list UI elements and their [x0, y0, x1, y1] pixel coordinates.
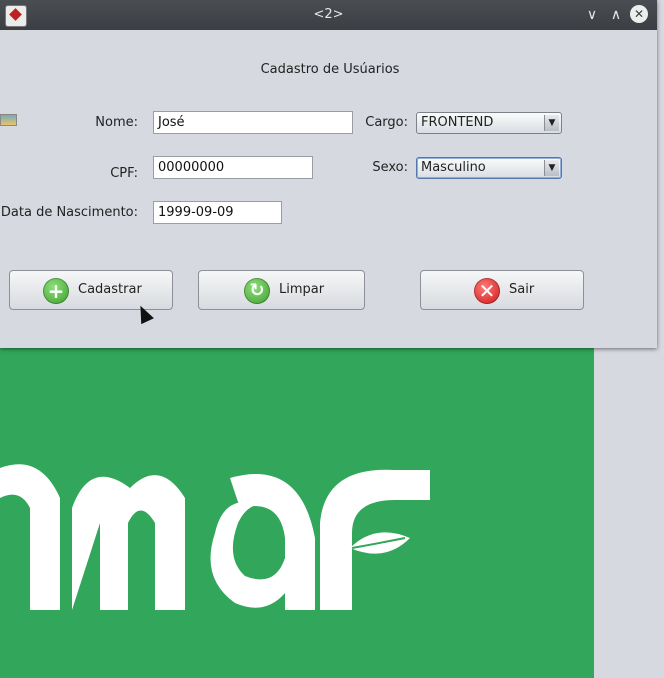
dropdown-arrow-icon[interactable]: ▼ — [544, 115, 559, 131]
cpf-input[interactable]: 00000000 — [153, 156, 313, 179]
nome-label: Nome: — [95, 115, 138, 130]
image-icon — [0, 114, 17, 126]
form-heading: Cadastro de Usúarios — [260, 62, 400, 77]
close-icon: ✕ — [474, 278, 500, 304]
nome-input[interactable]: José — [153, 111, 353, 134]
background-logo-panel — [0, 348, 594, 678]
cpf-label: CPF: — [110, 166, 138, 181]
data-nascimento-label: Data de Nascimento: — [0, 205, 138, 220]
sair-button-label: Sair — [509, 282, 535, 297]
window-titlebar[interactable]: <2> ∨ ∧ ✕ — [0, 0, 657, 30]
cadastrar-button-label: Cadastrar — [78, 282, 142, 297]
refresh-icon: ↻ — [244, 278, 270, 304]
cargo-selected-value: FRONTEND — [421, 115, 494, 130]
cargo-label: Cargo: — [365, 115, 408, 130]
limpar-button[interactable]: ↻ Limpar — [198, 270, 365, 310]
sexo-label: Sexo: — [372, 160, 408, 175]
maximize-icon[interactable]: ∧ — [606, 5, 626, 25]
sair-button[interactable]: ✕ Sair — [420, 270, 584, 310]
limpar-button-label: Limpar — [279, 282, 325, 297]
plus-icon: + — [43, 278, 69, 304]
sexo-selected-value: Masculino — [421, 160, 486, 175]
window-title: <2> — [313, 7, 344, 22]
data-nascimento-input[interactable]: 1999-09-09 — [153, 201, 282, 224]
user-registration-window: <2> ∨ ∧ ✕ Cadastro de Usúarios Nome: Jos… — [0, 0, 657, 348]
cadastrar-button[interactable]: + Cadastrar — [9, 270, 173, 310]
sexo-select[interactable]: Masculino ▼ — [416, 157, 562, 179]
minimize-icon[interactable]: ∨ — [582, 5, 602, 25]
close-window-icon[interactable]: ✕ — [630, 5, 648, 23]
logo-graphic — [0, 464, 430, 610]
cargo-select[interactable]: FRONTEND ▼ — [416, 112, 562, 134]
dropdown-arrow-icon[interactable]: ▼ — [544, 160, 559, 176]
